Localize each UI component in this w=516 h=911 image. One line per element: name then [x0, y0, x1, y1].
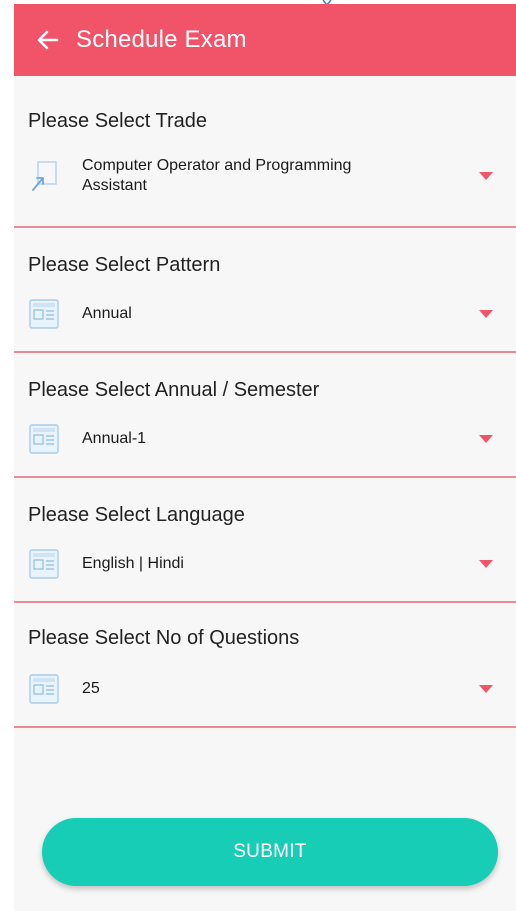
pattern-dropdown[interactable]: Annual	[28, 298, 502, 330]
language-field: Please Select Language English | Hindi	[14, 478, 516, 603]
questions-label: Please Select No of Questions	[28, 627, 300, 649]
annual-semester-label: Please Select Annual / Semester	[28, 379, 320, 401]
submit-button[interactable]: SUBMIT	[42, 818, 498, 886]
trade-value: Computer Operator and Programming Assist…	[82, 157, 352, 194]
questions-dropdown[interactable]: 25	[28, 673, 502, 705]
annual-semester-value: Annual-1	[82, 430, 147, 447]
questions-field: Please Select No of Questions 25	[14, 603, 516, 728]
language-value: English | Hindi	[82, 555, 184, 572]
language-label: Please Select Language	[28, 504, 245, 526]
dropdown-arrow-icon	[479, 172, 493, 180]
trade-dropdown[interactable]: Computer Operator and Programming Assist…	[28, 156, 502, 196]
back-button[interactable]	[28, 20, 68, 60]
pointer-cursor-icon	[28, 160, 60, 192]
language-dropdown[interactable]: English | Hindi	[28, 548, 502, 580]
page-title: Schedule Exam	[76, 26, 247, 53]
annual-semester-dropdown[interactable]: Annual-1	[28, 423, 502, 455]
schedule-exam-screen: Schedule Exam Please Select Trade Comput…	[14, 4, 516, 911]
app-bar: Schedule Exam	[14, 4, 516, 76]
annual-semester-field: Please Select Annual / Semester Annual-1	[14, 353, 516, 478]
trade-field: Please Select Trade Computer Operator an…	[14, 76, 516, 228]
dropdown-arrow-icon	[479, 310, 493, 318]
dropdown-arrow-icon	[479, 560, 493, 568]
document-list-icon	[28, 548, 60, 580]
document-list-icon	[28, 423, 60, 455]
pattern-field: Please Select Pattern Annual	[14, 228, 516, 353]
document-list-icon	[28, 298, 60, 330]
dropdown-arrow-icon	[479, 685, 493, 693]
document-list-icon	[28, 673, 60, 705]
arrow-left-icon	[37, 30, 59, 50]
dropdown-arrow-icon	[479, 435, 493, 443]
trade-label: Please Select Trade	[28, 110, 207, 132]
pattern-value: Annual	[82, 305, 132, 322]
pattern-label: Please Select Pattern	[28, 254, 221, 276]
questions-value: 25	[82, 680, 100, 697]
